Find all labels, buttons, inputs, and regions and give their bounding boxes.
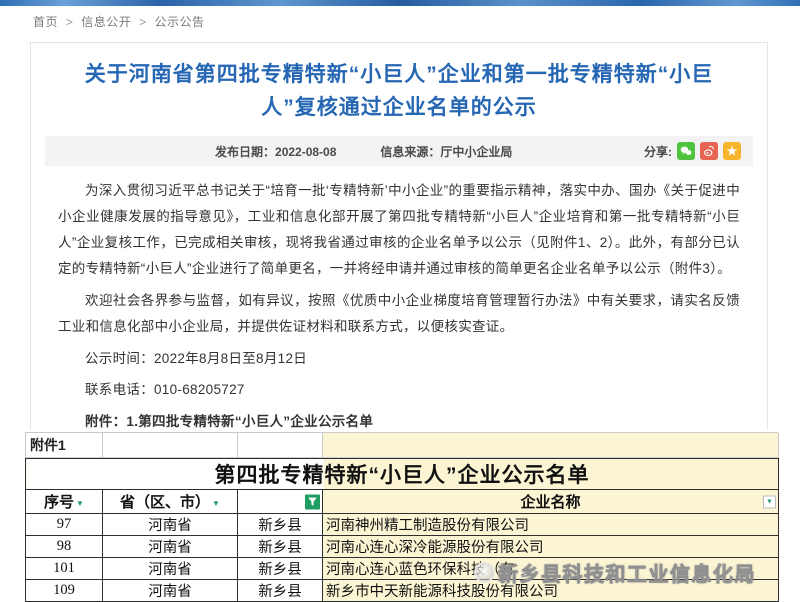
table-row: 109 河南省 新乡县 新乡市中天新能源科技股份有限公司	[26, 580, 779, 602]
page-title: 关于河南省第四批专精特新“小巨人”企业和第一批专精特新“小巨人”复核通过企业名单…	[65, 59, 733, 124]
column-header-seq: 序号▼	[26, 490, 103, 514]
publish-date: 发布日期：2022-08-08	[215, 143, 336, 160]
table-row: 98 河南省 新乡县 河南心连心深冷能源股份有限公司	[26, 536, 779, 558]
breadcrumb-info-link[interactable]: 信息公开	[81, 15, 131, 29]
filter-dropdown-icon[interactable]: ▼	[763, 495, 776, 508]
paragraph: 欢迎社会各界参与监督，如有异议，按照《优质中小企业梯度培育管理暂行办法》中有关要…	[58, 288, 740, 340]
breadcrumb-home-link[interactable]: 首页	[33, 15, 58, 29]
table-title: 第四批专精特新“小巨人”企业公示名单	[26, 459, 779, 490]
article-meta-bar: 发布日期：2022-08-08 信息来源：厅中小企业局 分享: ★	[45, 136, 753, 166]
attachment-spreadsheet-image: 附件1 第四批专精特新“小巨人”企业公示名单 序号▼ 省（区、市）▼	[0, 430, 800, 600]
filter-dropdown-icon[interactable]: ▼	[76, 499, 84, 508]
table-row: 97 河南省 新乡县 河南神州精工制造股份有限公司	[26, 514, 779, 536]
empty-cell-yellow	[323, 433, 779, 458]
wechat-share-icon[interactable]	[677, 142, 695, 160]
column-header-county	[238, 490, 323, 514]
breadcrumb-current[interactable]: 公示公告	[154, 15, 204, 29]
notice-period: 公示时间：2022年8月8日至8月12日	[58, 346, 740, 372]
column-header-company: 企业名称 ▼	[323, 490, 779, 514]
breadcrumb-separator: >	[139, 15, 147, 29]
site-nav-bottom-bar	[0, 0, 800, 6]
info-source: 信息来源：厅中小企业局	[380, 143, 512, 160]
table-row: 101 河南省 新乡县 河南心连心蓝色环保科技（有	[26, 558, 779, 580]
favorite-star-icon[interactable]: ★	[723, 142, 741, 160]
breadcrumb: 首页 > 信息公开 > 公示公告	[33, 13, 204, 30]
filter-dropdown-icon[interactable]: ▼	[212, 499, 220, 508]
share-group: 分享: ★	[644, 142, 741, 160]
paragraph: 为深入贯彻习近平总书记关于“培育一批‘专精特新’中小企业”的重要指示精神，落实中…	[58, 178, 740, 282]
empty-cell	[103, 433, 238, 458]
sheet-top-row: 附件1	[25, 432, 778, 458]
empty-cell	[238, 433, 323, 458]
share-label: 分享:	[644, 143, 672, 160]
weibo-share-icon[interactable]	[700, 142, 718, 160]
active-filter-funnel-icon[interactable]	[305, 494, 320, 509]
attachment-corner-label: 附件1	[26, 433, 103, 458]
company-list-table: 第四批专精特新“小巨人”企业公示名单 序号▼ 省（区、市）▼ 企业名称 ▼	[25, 458, 779, 602]
breadcrumb-separator: >	[66, 15, 74, 29]
contact-phone: 联系电话：010-68205727	[58, 377, 740, 403]
column-header-province: 省（区、市）▼	[103, 490, 238, 514]
